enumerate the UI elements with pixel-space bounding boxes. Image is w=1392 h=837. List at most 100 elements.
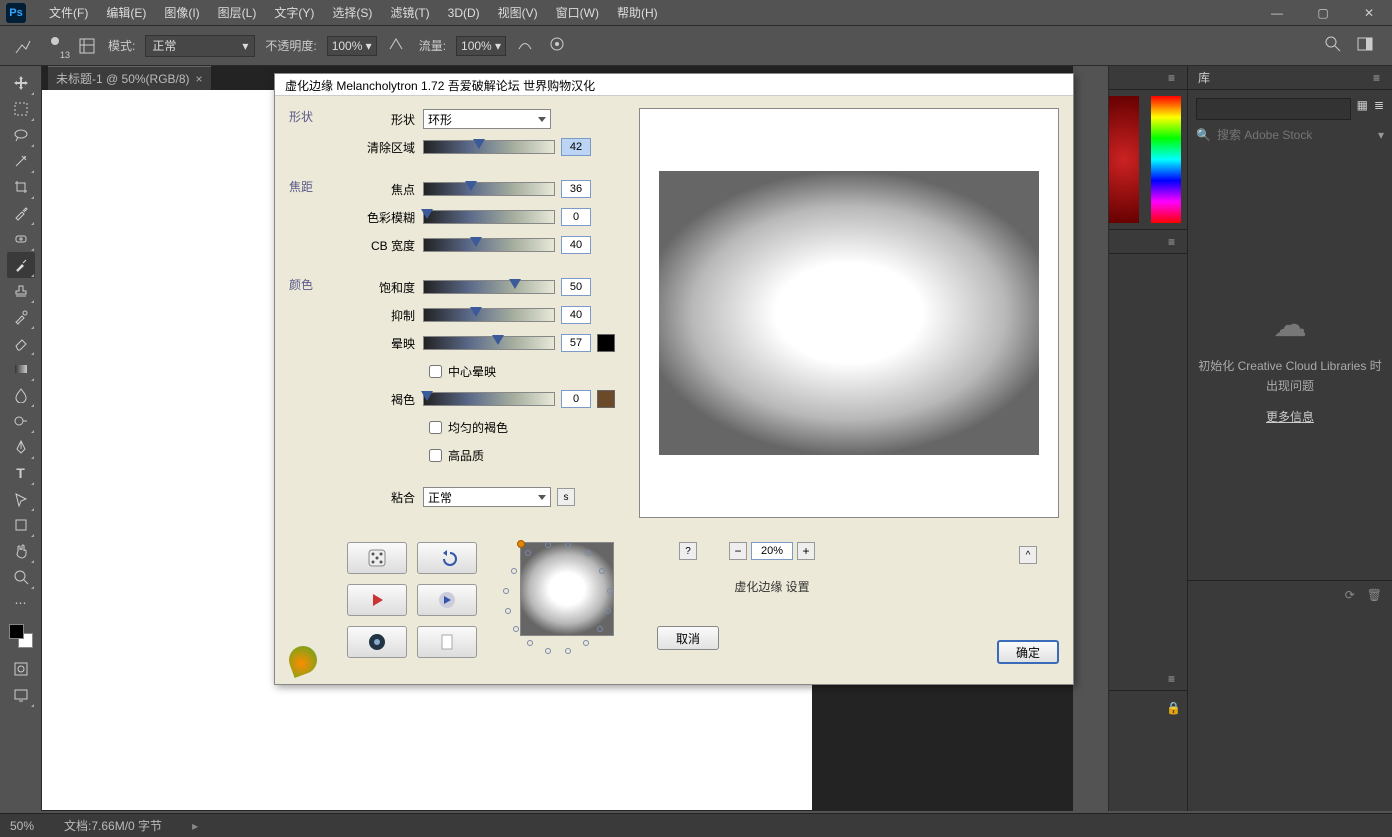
ok-button[interactable]: 确定	[997, 640, 1059, 664]
supp-slider[interactable]	[423, 308, 555, 322]
randomize-button[interactable]	[347, 542, 407, 574]
preview-frame[interactable]	[639, 108, 1059, 518]
tool-more[interactable]: ⋯	[7, 590, 35, 616]
library-search[interactable]	[1217, 128, 1372, 142]
grid-view-icon[interactable]: ▦	[1357, 98, 1368, 120]
tint-color-swatch[interactable]	[597, 390, 615, 408]
tool-path[interactable]	[7, 486, 35, 512]
search-icon[interactable]	[1324, 35, 1342, 56]
menu-filter[interactable]: 滤镜(T)	[381, 4, 438, 21]
expand-button[interactable]: ^	[1019, 546, 1037, 564]
tool-crop[interactable]	[7, 174, 35, 200]
cancel-button[interactable]: 取消	[657, 626, 719, 650]
menu-view[interactable]: 视图(V)	[489, 4, 547, 21]
quickmask-icon[interactable]	[7, 656, 35, 682]
workspace-switcher-icon[interactable]	[1356, 35, 1374, 56]
brush-size-picker[interactable]: 13	[44, 33, 66, 58]
tool-shape[interactable]	[7, 512, 35, 538]
vig-input[interactable]	[561, 334, 591, 352]
color-picker-panel[interactable]	[1109, 90, 1187, 230]
vig-slider[interactable]	[423, 336, 555, 350]
zoom-out-button[interactable]: −	[729, 542, 747, 560]
brush-preset-icon[interactable]	[12, 35, 34, 57]
document-tab[interactable]: 未标题-1 @ 50%(RGB/8) ×	[48, 66, 211, 90]
tool-marquee[interactable]	[7, 96, 35, 122]
tint-input[interactable]	[561, 390, 591, 408]
flow-input[interactable]: 100%▾	[456, 36, 506, 56]
panel-menu-icon[interactable]: ≡	[1168, 672, 1177, 686]
menu-select[interactable]: 选择(S)	[323, 4, 381, 21]
blend-select[interactable]: 正常	[423, 487, 551, 507]
library-select[interactable]	[1196, 98, 1351, 120]
status-zoom[interactable]: 50%	[10, 819, 34, 833]
mode-select[interactable]: 正常▾	[145, 35, 255, 57]
tool-pen[interactable]	[7, 434, 35, 460]
panel-menu-icon[interactable]: ≡	[1168, 71, 1177, 85]
play-disc-button[interactable]	[417, 584, 477, 616]
window-minimize[interactable]: —	[1254, 0, 1300, 26]
tool-hand[interactable]	[7, 538, 35, 564]
vignette-color-swatch[interactable]	[597, 334, 615, 352]
tool-type[interactable]: T	[7, 460, 35, 486]
clear-input[interactable]	[561, 138, 591, 156]
hq-checkbox[interactable]: 高品质	[429, 447, 484, 464]
menu-type[interactable]: 文字(Y)	[265, 4, 323, 21]
disc-button[interactable]	[347, 626, 407, 658]
airbrush-icon[interactable]	[516, 35, 538, 57]
tint-slider[interactable]	[423, 392, 555, 406]
menu-image[interactable]: 图像(I)	[155, 4, 208, 21]
tool-blur[interactable]	[7, 382, 35, 408]
undo-button[interactable]	[417, 542, 477, 574]
tool-eyedropper[interactable]	[7, 200, 35, 226]
tool-lasso[interactable]	[7, 122, 35, 148]
list-view-icon[interactable]: ≣	[1374, 98, 1384, 120]
window-close[interactable]: ✕	[1346, 0, 1392, 26]
blend-reset-button[interactable]: s	[557, 488, 575, 506]
color-swatch[interactable]	[9, 624, 33, 648]
panel-menu-icon[interactable]: ≡	[1168, 235, 1177, 249]
menu-3d[interactable]: 3D(D)	[439, 6, 489, 20]
tool-heal[interactable]	[7, 226, 35, 252]
panel-menu-icon[interactable]: ≡	[1373, 71, 1382, 85]
focus-slider[interactable]	[423, 182, 555, 196]
tool-stamp[interactable]	[7, 278, 35, 304]
tool-dodge[interactable]	[7, 408, 35, 434]
screenmode-icon[interactable]	[7, 682, 35, 708]
tool-gradient[interactable]	[7, 356, 35, 382]
shape-select[interactable]: 环形	[423, 109, 551, 129]
tool-brush[interactable]	[7, 252, 35, 278]
pressure-size-icon[interactable]	[548, 35, 570, 57]
page-button[interactable]	[417, 626, 477, 658]
zoom-in-button[interactable]: +	[797, 542, 815, 560]
pressure-opacity-icon[interactable]	[387, 35, 409, 57]
blur-input[interactable]	[561, 208, 591, 226]
cbw-input[interactable]	[561, 236, 591, 254]
menu-window[interactable]: 窗口(W)	[547, 4, 608, 21]
tool-history-brush[interactable]	[7, 304, 35, 330]
tool-move[interactable]	[7, 70, 35, 96]
cbw-slider[interactable]	[423, 238, 555, 252]
tool-wand[interactable]	[7, 148, 35, 174]
menu-edit[interactable]: 编辑(E)	[97, 4, 155, 21]
help-button[interactable]: ?	[679, 542, 697, 560]
sync-icon[interactable]: ⟳	[1345, 588, 1355, 602]
sat-slider[interactable]	[423, 280, 555, 294]
sat-input[interactable]	[561, 278, 591, 296]
library-more-link[interactable]: 更多信息	[1266, 408, 1314, 425]
even-tint-checkbox[interactable]: 均匀的褐色	[429, 419, 508, 436]
brush-panel-icon[interactable]	[76, 35, 98, 57]
opacity-input[interactable]: 100%▾	[327, 36, 377, 56]
status-doc[interactable]: 文档:7.66M/0 字节	[64, 817, 162, 834]
blur-slider[interactable]	[423, 210, 555, 224]
tool-eraser[interactable]	[7, 330, 35, 356]
supp-input[interactable]	[561, 306, 591, 324]
center-vignette-checkbox[interactable]: 中心晕映	[429, 363, 496, 380]
preset-thumbnail-nav[interactable]	[487, 542, 647, 636]
tab-close-icon[interactable]: ×	[196, 72, 203, 86]
lock-icon[interactable]: 🔒	[1166, 701, 1181, 715]
play-button[interactable]	[347, 584, 407, 616]
focus-input[interactable]	[561, 180, 591, 198]
window-maximize[interactable]: ▢	[1300, 0, 1346, 26]
menu-help[interactable]: 帮助(H)	[608, 4, 667, 21]
trash-icon[interactable]: 🗑	[1367, 588, 1382, 602]
